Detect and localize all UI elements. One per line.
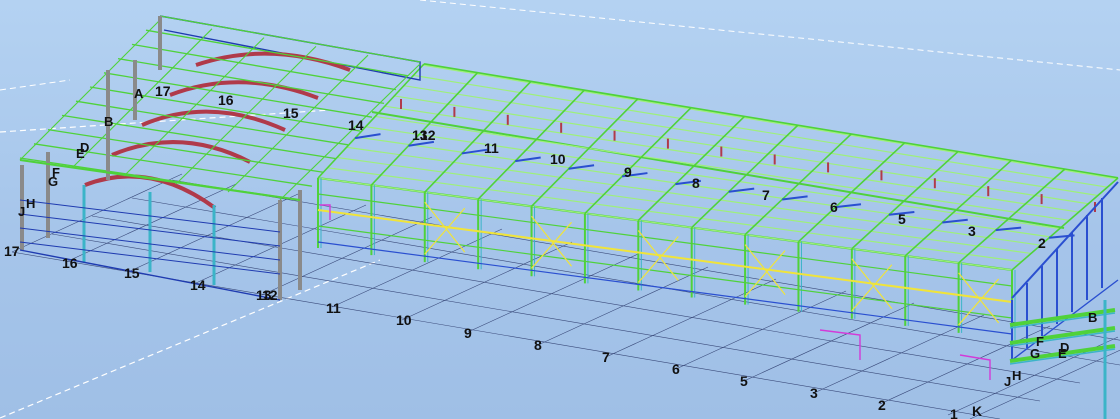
purlin [384,105,1079,213]
grid-label: E [76,146,85,161]
grid-label: E [1058,346,1067,361]
eave-beam [423,63,1119,179]
grid-line [261,216,433,296]
grid-label: 7 [602,349,610,365]
wall-bracing [958,272,1000,324]
grid-label: J [18,204,25,219]
grid-label: K [972,403,982,419]
grid-label: 3 [968,223,976,239]
grid-label: 8 [534,337,542,353]
grid-label: 2 [878,397,886,413]
wall-bracing [531,221,572,269]
grid-label: G [1030,346,1040,361]
purlin [403,85,1098,197]
grid-label: 6 [830,199,838,215]
door-frame [959,354,991,380]
roof-bracing [995,226,1022,232]
grid-label: 8 [692,175,700,191]
grid-label: 7 [762,187,770,203]
grid-label: 17 [4,243,20,259]
grid-label-layer: 171615141312111098765321 K171615141312111… [4,83,1097,419]
grid-label: B [1088,310,1097,325]
eave-beam [19,159,301,201]
annex-beam [1009,312,1116,329]
grid-label: 12 [262,287,278,303]
purlin [375,115,1070,221]
wall-bracing [637,236,679,283]
reference-line [419,0,1120,71]
grid-label: B [104,114,113,129]
grid-label: 16 [62,255,78,271]
steel-frame-layer [19,15,1119,419]
grid-label: J [1004,374,1011,389]
rafter [530,98,639,207]
grid-label: 3 [810,385,818,401]
purlin-cross [227,54,369,193]
wall-bracing [851,264,893,312]
grid-label: 17 [155,83,171,99]
wall-bracing [424,201,466,253]
grid-label: 15 [124,265,140,281]
grid-label: 9 [624,164,632,180]
roof-bracing [1049,234,1075,239]
grid-label: 2 [1038,235,1046,251]
wall-bracing [637,230,679,281]
grid-line [171,179,1120,341]
wall-bracing [958,278,1000,326]
grid-label: H [26,196,35,211]
grid-label: 15 [283,105,299,121]
grid-label: 11 [326,300,341,316]
grid-label: 14 [190,277,206,293]
grid-label: 9 [464,325,472,341]
grid-label: 5 [740,373,748,389]
grid-label: 16 [218,92,234,108]
grid-label: 1 [950,406,958,419]
purlin [413,74,1108,188]
purlin [327,167,1022,263]
grid-label: 5 [898,211,906,227]
grid-label: A [134,86,144,101]
steel-frame-model[interactable]: 171615141312111098765321 K171615141312111… [0,0,1120,419]
wall-bracing [851,258,893,310]
grid-line [11,173,183,253]
wall-bracing [531,215,573,267]
reference-line [0,79,71,91]
purlin-cross [123,37,265,177]
wall-bracing [744,250,786,298]
grid-label: 14 [348,117,364,133]
grid-label: 10 [396,312,412,328]
grid-label: 6 [672,361,680,377]
grid-label: H [1012,368,1021,383]
wall-bracing [424,207,466,255]
grid-line [743,302,915,382]
grid-label: 12 [420,127,436,143]
roof-bracing [942,218,968,224]
purlin [365,126,1060,230]
grid-line [331,228,503,308]
grid-label: 11 [484,140,499,156]
structural-model-viewport[interactable]: 17 16 15 14 13 12 11 10 9 8 7 6 5 3 2 1 K 17 16 15 14 13 12 11 1… [0,0,1120,419]
grid-label: 10 [550,151,566,167]
rafter [584,107,692,214]
grid-label: G [48,174,58,189]
edge-line [159,15,421,81]
wall-bracing [744,244,786,295]
grid-line [879,325,1051,405]
